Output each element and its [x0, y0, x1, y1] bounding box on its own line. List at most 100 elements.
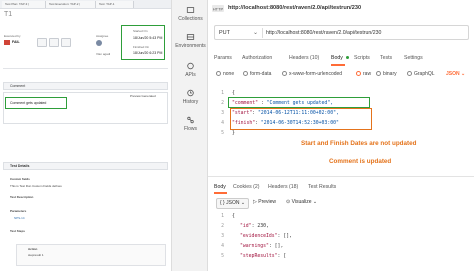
response-body[interactable]: 1 { 2 "id": 230, 3 "evidenceIds": [], 4 … — [214, 212, 470, 271]
tab-test[interactable]: Test: TAP-1 — [96, 1, 134, 8]
sidebar-item-apis[interactable]: APIs — [172, 62, 209, 78]
radio-label: binary — [383, 71, 397, 77]
tab-response-headers[interactable]: Headers (18) — [268, 184, 298, 190]
sidebar-item-label: Flows — [183, 126, 198, 132]
chevron-down-icon[interactable]: ⌄ — [253, 29, 258, 36]
line-number: 4 — [221, 244, 224, 249]
body-dot-indicator — [346, 56, 349, 59]
json-value: [], — [274, 244, 284, 249]
url-input[interactable]: http://localhost:8080/rest/raven/2.0/api… — [266, 30, 381, 36]
sidebar-item-label: History — [182, 99, 199, 105]
parameters-label[interactable]: Parameters — [10, 209, 26, 213]
tab-test-plan[interactable]: Test Plan: TAP-3 | — [2, 1, 46, 8]
radio-icon-selected — [356, 71, 361, 76]
radio-binary[interactable]: binary — [376, 71, 397, 77]
user-name: Vlan agadi — [96, 52, 111, 56]
comment-text: Comment gets updated — [10, 101, 47, 105]
test-steps-label[interactable]: Test Steps — [10, 229, 25, 233]
tab-test-results[interactable]: Test Results — [308, 184, 336, 190]
preview-button[interactable]: ▷ Preview — [250, 198, 279, 209]
annotation-dates: Start and Finish Dates are not updated — [301, 140, 417, 147]
apis-icon — [187, 62, 194, 70]
request-title[interactable]: http://localhost:8080/rest/raven/2.0/api… — [228, 5, 361, 11]
json-value: 230, — [257, 224, 269, 229]
line-number: 5 — [221, 254, 224, 259]
step-action-value: stepresult 1 — [28, 253, 44, 257]
preview-label: Preview — [258, 199, 277, 205]
radio-label: raw — [363, 71, 372, 77]
sidebar-item-label: Environments — [175, 43, 206, 49]
tab-test-execution[interactable]: Test Execution: TAP-2 | — [46, 1, 96, 8]
visualize-label: Visualize — [291, 199, 312, 205]
line-number: 4 — [221, 121, 224, 126]
parameter-link[interactable]: NPS-14 — [14, 216, 25, 220]
radio-none[interactable]: none — [216, 71, 234, 77]
environments-icon — [186, 34, 195, 40]
comment-header[interactable]: Comment — [3, 82, 168, 90]
request-url-bar: PUT ⌄ http://localhost:8080/rest/raven/2… — [214, 25, 469, 40]
json-value: [], — [283, 234, 292, 239]
sidebar-item-label: APIs — [185, 72, 196, 78]
tab-cookies[interactable]: Cookies (2) — [233, 184, 260, 190]
json-key: "id" — [240, 224, 252, 229]
code-line: "evidenceIds": [], — [240, 234, 292, 239]
radio-icon — [282, 71, 287, 76]
assignee-label: Assignee — [96, 34, 109, 38]
comment-line-highlight — [228, 97, 370, 108]
status-fail-badge — [4, 40, 10, 45]
tab-headers[interactable]: Headers (10) — [289, 55, 319, 61]
tab-settings[interactable]: Settings — [404, 55, 423, 61]
tab-params[interactable]: Params — [214, 55, 232, 61]
avatar — [96, 40, 102, 46]
sidebar-item-collections[interactable]: Collections — [172, 6, 209, 22]
line-number: 5 — [221, 131, 224, 136]
sidebar-item-flows[interactable]: Flows — [172, 116, 209, 132]
response-format-select[interactable]: { } JSON ⌄ — [216, 198, 250, 209]
issue-key: T1 — [4, 11, 13, 18]
sidebar-item-history[interactable]: History — [172, 89, 209, 105]
body-editor[interactable]: 1 { 2 "comment" : "Comment gets updated"… — [214, 85, 470, 163]
radio-label: none — [223, 71, 235, 77]
divider — [3, 68, 168, 69]
code-line: } — [232, 131, 235, 136]
jira-test-run-panel: Test Plan: TAP-3 | Test Execution: TAP-2… — [0, 0, 171, 271]
custom-fields-text: This is Test Run Custom Fields defines — [10, 184, 62, 188]
tab-scripts[interactable]: Scripts — [354, 55, 370, 61]
body-format-select[interactable]: JSON ⌄ — [446, 71, 465, 77]
flows-icon — [187, 116, 194, 124]
radio-icon — [407, 71, 412, 76]
line-number: 1 — [221, 91, 224, 96]
code-line: "stepResults": [ — [240, 254, 287, 259]
postman-sidebar: Collections Environments APIs History Fl… — [171, 0, 208, 271]
line-number: 2 — [221, 224, 224, 229]
radio-graphql[interactable]: GraphQL — [407, 71, 435, 77]
jira-breadcrumb-tabs: Test Plan: TAP-3 | Test Execution: TAP-2… — [0, 0, 171, 9]
tab-response-body[interactable]: Body — [214, 184, 226, 190]
custom-fields-label[interactable]: Custom fields — [10, 177, 30, 181]
postman-main: HTTP http://localhost:8080/rest/raven/2.… — [208, 0, 474, 271]
more-icon[interactable] — [61, 38, 71, 47]
radio-x-www-form-urlencoded[interactable]: x-www-form-urlencoded — [282, 71, 342, 77]
started-label: Started On — [133, 29, 148, 33]
code-line: "warnings": [], — [240, 244, 284, 249]
radio-icon — [243, 71, 248, 76]
visualize-button[interactable]: ⊙ Visualize ⌄ — [283, 198, 320, 209]
code-line: { — [232, 214, 235, 219]
divider — [262, 28, 263, 38]
method-select[interactable]: PUT — [219, 30, 230, 36]
tab-body[interactable]: Body — [331, 55, 343, 61]
timer-icon[interactable] — [49, 38, 59, 47]
sidebar-item-environments[interactable]: Environments — [172, 33, 209, 49]
radio-form-data[interactable]: form-data — [243, 71, 271, 77]
line-number: 1 — [221, 214, 224, 219]
radio-raw[interactable]: raw — [356, 71, 371, 77]
executed-by-label: Executed by — [4, 34, 21, 38]
test-description-label[interactable]: Test Description — [10, 195, 33, 199]
line-number: 3 — [221, 111, 224, 116]
test-details-title[interactable]: Test Details — [3, 162, 168, 170]
response-active-tab-underline — [214, 192, 227, 194]
edit-icon[interactable] — [37, 38, 47, 47]
http-icon: HTTP — [212, 5, 224, 12]
tab-authorization[interactable]: Authorization — [242, 55, 272, 61]
tab-tests[interactable]: Tests — [380, 55, 392, 61]
